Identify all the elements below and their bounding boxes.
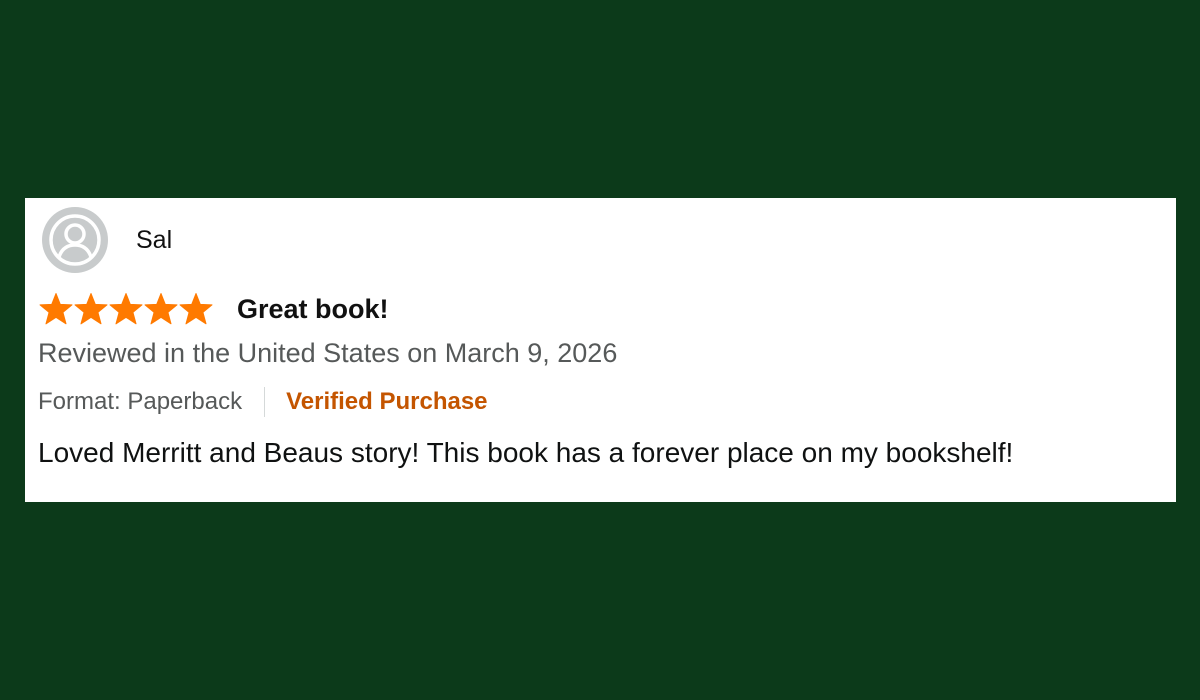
rating-row: Great book! xyxy=(38,290,389,328)
star-icon xyxy=(39,293,73,325)
star-icon xyxy=(179,293,213,325)
review-card: Sal Great book! Reviewed in the United S… xyxy=(25,198,1176,502)
star-rating[interactable] xyxy=(38,292,213,326)
reviewer-name[interactable]: Sal xyxy=(136,227,172,253)
star-icon xyxy=(74,293,108,325)
person-silhouette-icon xyxy=(49,214,101,266)
avatar[interactable] xyxy=(42,207,108,273)
review-body: Loved Merritt and Beaus story! This book… xyxy=(38,437,1014,468)
star-icon xyxy=(144,293,178,325)
review-date-location: Reviewed in the United States on March 9… xyxy=(38,338,618,368)
verified-purchase-badge: Verified Purchase xyxy=(286,388,488,415)
divider xyxy=(264,387,266,417)
format-label[interactable]: Format: Paperback xyxy=(38,390,242,414)
reviewer-profile[interactable]: Sal xyxy=(42,207,172,273)
review-title[interactable]: Great book! xyxy=(237,295,389,323)
format-row: Format: Paperback Verified Purchase xyxy=(38,386,488,418)
star-icon xyxy=(109,293,143,325)
